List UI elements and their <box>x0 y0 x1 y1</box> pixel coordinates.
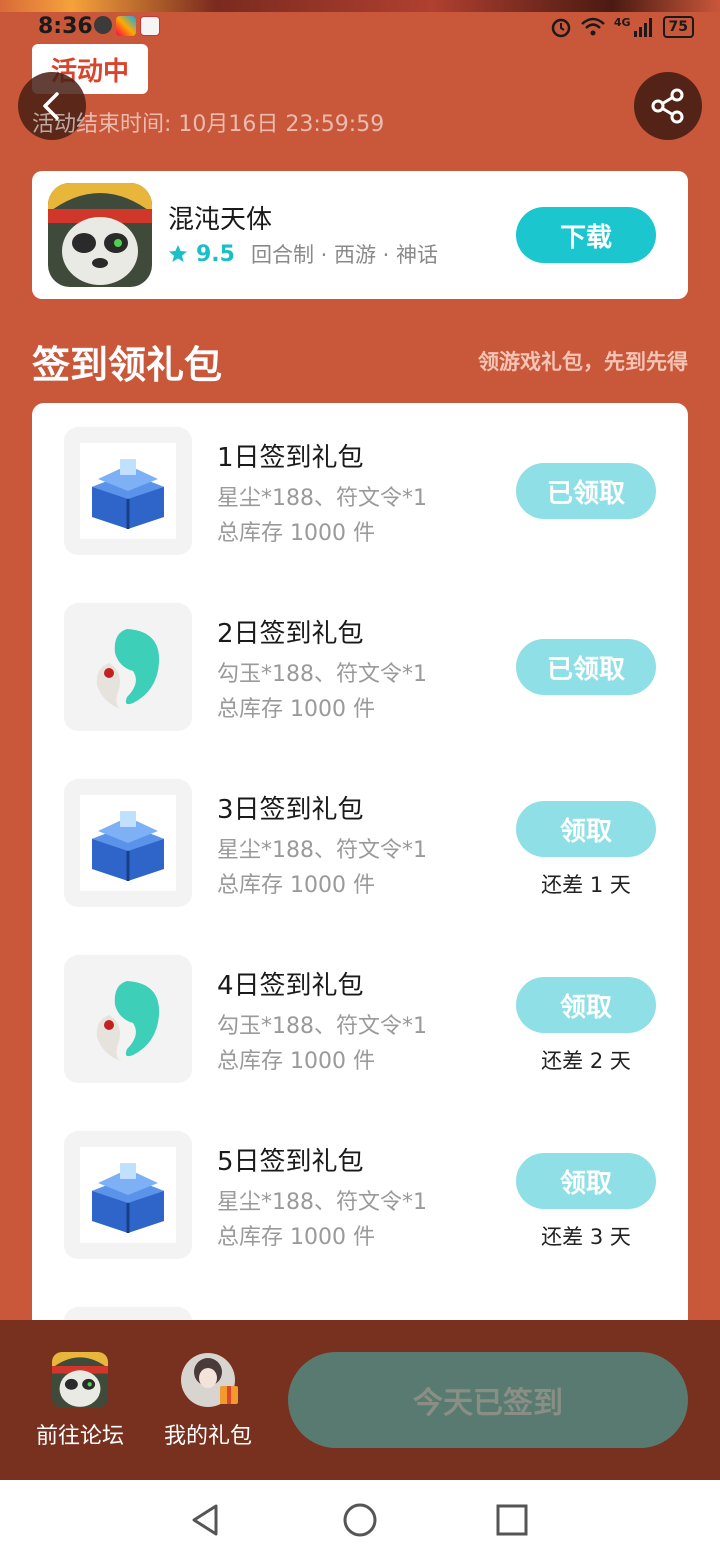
gift-row: 2日签到礼包 勾玉*188、符文令*1 总库存 1000 件 已领取 <box>32 603 688 733</box>
gift-thumbnail <box>64 955 192 1083</box>
jade-magatama-icon <box>96 629 160 709</box>
my-gifts-icon <box>180 1352 238 1408</box>
alarm-icon <box>551 18 571 38</box>
forum-game-icon <box>52 1352 108 1408</box>
status-right: 4G 75 <box>550 16 694 38</box>
gift-thumbnail <box>64 603 192 731</box>
game-icon[interactable] <box>48 183 152 287</box>
signed-in-button[interactable]: 今天已签到 <box>288 1352 688 1448</box>
treasure-chest-icon <box>92 1163 164 1233</box>
gift-content: 勾玉*188、符文令*1 <box>217 662 427 687</box>
claim-button[interactable]: 领取 <box>516 801 656 857</box>
share-icon <box>651 88 684 124</box>
battery-indicator: 75 <box>662 16 694 38</box>
section-title: 签到领礼包 <box>32 343 223 387</box>
game-meta: 9.5 回合制 · 西游 · 神话 <box>168 239 438 269</box>
gift-content: 星尘*188、符文令*1 <box>217 1190 427 1215</box>
gift-thumbnail <box>64 427 192 555</box>
my-gifts-link[interactable]: 我的礼包 <box>158 1352 258 1450</box>
network-type: 4G <box>613 15 631 29</box>
days-remaining: 还差 2 天 <box>541 1049 631 1073</box>
gift-stock: 总库存 1000 件 <box>217 521 375 546</box>
treasure-chest-icon <box>92 811 164 881</box>
gift-stock: 总库存 1000 件 <box>217 1049 375 1074</box>
gift-row: 3日签到礼包 星尘*188、符文令*1 总库存 1000 件 领取 还差 1 天 <box>32 779 688 909</box>
gift-content: 星尘*188、符文令*1 <box>217 838 427 863</box>
game-info-card[interactable]: 混沌天体 9.5 回合制 · 西游 · 神话 下载 <box>32 171 688 299</box>
game-name: 混沌天体 <box>168 205 273 235</box>
status-time: 8:36 <box>38 14 93 39</box>
game-tags: 回合制 · 西游 · 神话 <box>250 243 439 267</box>
activity-end-time: 活动结束时间: 10月16日 23:59:59 <box>32 112 385 137</box>
app-icon <box>116 16 136 36</box>
gift-row: 5日签到礼包 星尘*188、符文令*1 总库存 1000 件 领取 还差 3 天 <box>32 1131 688 1261</box>
days-remaining: 还差 1 天 <box>541 873 631 897</box>
gift-thumbnail <box>64 779 192 907</box>
bottom-action-bar: 前往论坛 我的礼包 今天已签到 <box>0 1320 720 1480</box>
signal-icon <box>633 18 652 37</box>
gift-row: 4日签到礼包 勾玉*188、符文令*1 总库存 1000 件 领取 还差 2 天 <box>32 955 688 1085</box>
panda-warrior-icon <box>48 183 152 287</box>
claimed-button[interactable]: 已领取 <box>516 639 656 695</box>
home-circle-icon[interactable] <box>340 1500 380 1540</box>
system-navigation-bar <box>0 1480 720 1560</box>
recents-square-icon[interactable] <box>492 1500 532 1540</box>
notification-icons <box>94 16 160 36</box>
days-remaining: 还差 3 天 <box>541 1225 631 1249</box>
gift-thumbnail <box>64 1131 192 1259</box>
gift-content: 勾玉*188、符文令*1 <box>217 1014 427 1039</box>
game-score: 9.5 <box>196 241 235 267</box>
status-bar: 8:36 4G 75 <box>0 8 720 44</box>
gift-name: 4日签到礼包 <box>217 971 364 1001</box>
gift-list-panel[interactable]: 1日签到礼包 星尘*188、符文令*1 总库存 1000 件 已领取 2日签到礼… <box>32 403 688 1403</box>
gift-name: 2日签到礼包 <box>217 619 364 649</box>
gift-name: 1日签到礼包 <box>217 443 364 473</box>
claimed-button[interactable]: 已领取 <box>516 463 656 519</box>
gift-stock: 总库存 1000 件 <box>217 1225 375 1250</box>
avatar-gift-icon <box>181 1353 238 1407</box>
gift-stock: 总库存 1000 件 <box>217 697 375 722</box>
my-gifts-label: 我的礼包 <box>163 1424 252 1449</box>
gift-name: 5日签到礼包 <box>217 1147 364 1177</box>
treasure-chest-icon <box>92 459 164 529</box>
panda-warrior-icon <box>52 1352 108 1408</box>
download-button[interactable]: 下载 <box>516 207 656 263</box>
app-icon <box>140 16 160 36</box>
star-icon <box>169 245 187 262</box>
jade-magatama-icon <box>96 981 160 1061</box>
claim-button[interactable]: 领取 <box>516 1153 656 1209</box>
claim-button[interactable]: 领取 <box>516 977 656 1033</box>
gift-stock: 总库存 1000 件 <box>217 873 375 898</box>
gift-content: 星尘*188、符文令*1 <box>217 486 427 511</box>
back-triangle-icon[interactable] <box>186 1500 226 1540</box>
share-button[interactable] <box>634 72 702 140</box>
gift-row: 1日签到礼包 星尘*188、符文令*1 总库存 1000 件 已领取 <box>32 427 688 557</box>
forum-label: 前往论坛 <box>35 1424 124 1449</box>
section-subtitle: 领游戏礼包，先到先得 <box>478 350 688 374</box>
wifi-icon <box>580 17 605 36</box>
gift-name: 3日签到礼包 <box>217 795 364 825</box>
notification-icon <box>94 16 112 34</box>
forum-link[interactable]: 前往论坛 <box>30 1352 130 1450</box>
